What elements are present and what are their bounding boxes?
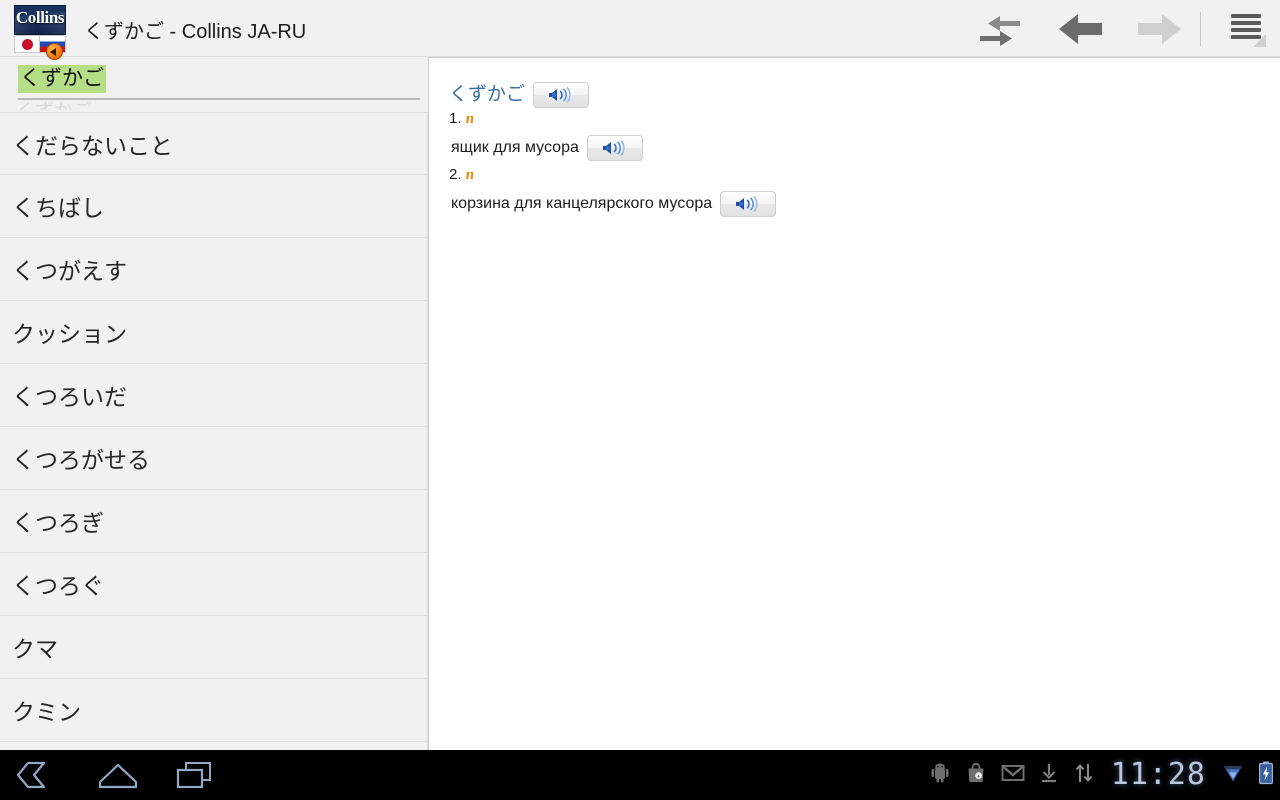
list-item-label: くつがえす [12, 258, 127, 284]
back-arrow-icon[interactable] [1054, 10, 1106, 48]
list-item[interactable]: くつろいだ [0, 364, 427, 427]
list-item-label: くつろぎ [12, 510, 104, 536]
menu-bar [1231, 28, 1261, 32]
sense-number-row: 1. n [449, 109, 1249, 129]
speaker-badge-icon [46, 43, 63, 60]
top-toolbar: Collins くずかご - Collins JA-RU [0, 0, 1280, 60]
status-icons: 11:28 [929, 750, 1274, 800]
definition-panel: くずかご 1. n ящик для мусора 2. n корзина д… [428, 57, 1280, 750]
toolbar-divider [1200, 12, 1201, 46]
list-item[interactable]: くつろぎ [0, 490, 427, 553]
download-icon [1039, 762, 1059, 789]
speaker-icon[interactable] [533, 82, 590, 108]
headword-row: くずかご [449, 82, 1249, 108]
list-item[interactable]: クミン [0, 679, 427, 742]
list-item-label: くつろいだ [12, 384, 127, 410]
sense-number: 2. [449, 166, 462, 183]
play-store-icon [965, 762, 987, 789]
status-clock: 11:28 [1110, 757, 1206, 792]
list-item[interactable]: くつろぐ [0, 553, 427, 616]
part-of-speech: n [465, 167, 475, 183]
page-title: くずかご - Collins JA-RU [84, 21, 307, 43]
list-item-label: くちばし [12, 195, 104, 221]
sync-icon [1073, 762, 1095, 789]
list-item[interactable]: クッション [0, 301, 427, 364]
forward-arrow-icon[interactable] [1134, 10, 1186, 48]
list-item-label: くだらないこと [12, 132, 173, 159]
android-home-icon[interactable] [94, 758, 142, 797]
definition-text: корзина для канцелярского мусора [451, 195, 713, 212]
logo-wordmark: Collins [15, 8, 65, 27]
definition-row: ящик для мусора [449, 135, 1249, 161]
list-item-label: クッション [12, 321, 127, 347]
word-list[interactable]: くだらないこと くちばし くつがえす クッション くつろいだ くつろがせる くつ… [0, 112, 428, 750]
android-recents-icon[interactable] [172, 758, 220, 797]
definition-text: ящик для мусора [451, 139, 579, 156]
logo-plate: Collins [14, 5, 66, 35]
android-robot-icon [929, 762, 951, 789]
definition-row: корзина для канцелярского мусора [449, 191, 1249, 217]
menu-bar [1231, 14, 1261, 18]
japan-flag-icon [14, 35, 40, 53]
list-item-label: くつろぐ [12, 573, 104, 599]
search-bar: くずかご [0, 58, 428, 100]
search-input[interactable]: くずかご [18, 65, 106, 93]
partial-list-row: くずかご [16, 96, 316, 110]
headword: くずかご [449, 84, 526, 105]
sense-number-row: 2. n [449, 165, 1249, 185]
part-of-speech: n [465, 111, 475, 127]
collins-logo: Collins [14, 5, 66, 60]
battery-charging-icon [1258, 761, 1274, 790]
list-item[interactable]: くつろがせる [0, 427, 427, 490]
list-item[interactable]: くだらないこと [0, 112, 427, 175]
list-item[interactable]: くつがえす [0, 238, 427, 301]
speaker-icon[interactable] [586, 135, 643, 161]
android-system-bar: 11:28 [0, 750, 1280, 800]
swap-languages-icon[interactable] [974, 10, 1026, 48]
signal-icon [1222, 762, 1244, 789]
menu-corner-triangle [1253, 34, 1266, 47]
sense-number: 1. [449, 110, 462, 127]
gmail-icon [1001, 763, 1025, 788]
app-root: Collins くずかご - Collins JA-RU くずかご くだらないこ… [0, 0, 1280, 800]
list-item[interactable]: クマ [0, 616, 427, 679]
list-item-label: クマ [12, 636, 58, 662]
list-item[interactable]: くちばし [0, 175, 427, 238]
list-item-label: くつろがせる [12, 447, 150, 473]
list-item-label: クミン [12, 699, 81, 725]
menu-icon[interactable] [1228, 11, 1266, 47]
speaker-icon[interactable] [720, 191, 777, 217]
android-back-icon[interactable] [14, 758, 62, 797]
menu-bar [1231, 21, 1261, 25]
dictionary-entry: くずかご 1. n ящик для мусора 2. n корзина д… [449, 82, 1249, 217]
